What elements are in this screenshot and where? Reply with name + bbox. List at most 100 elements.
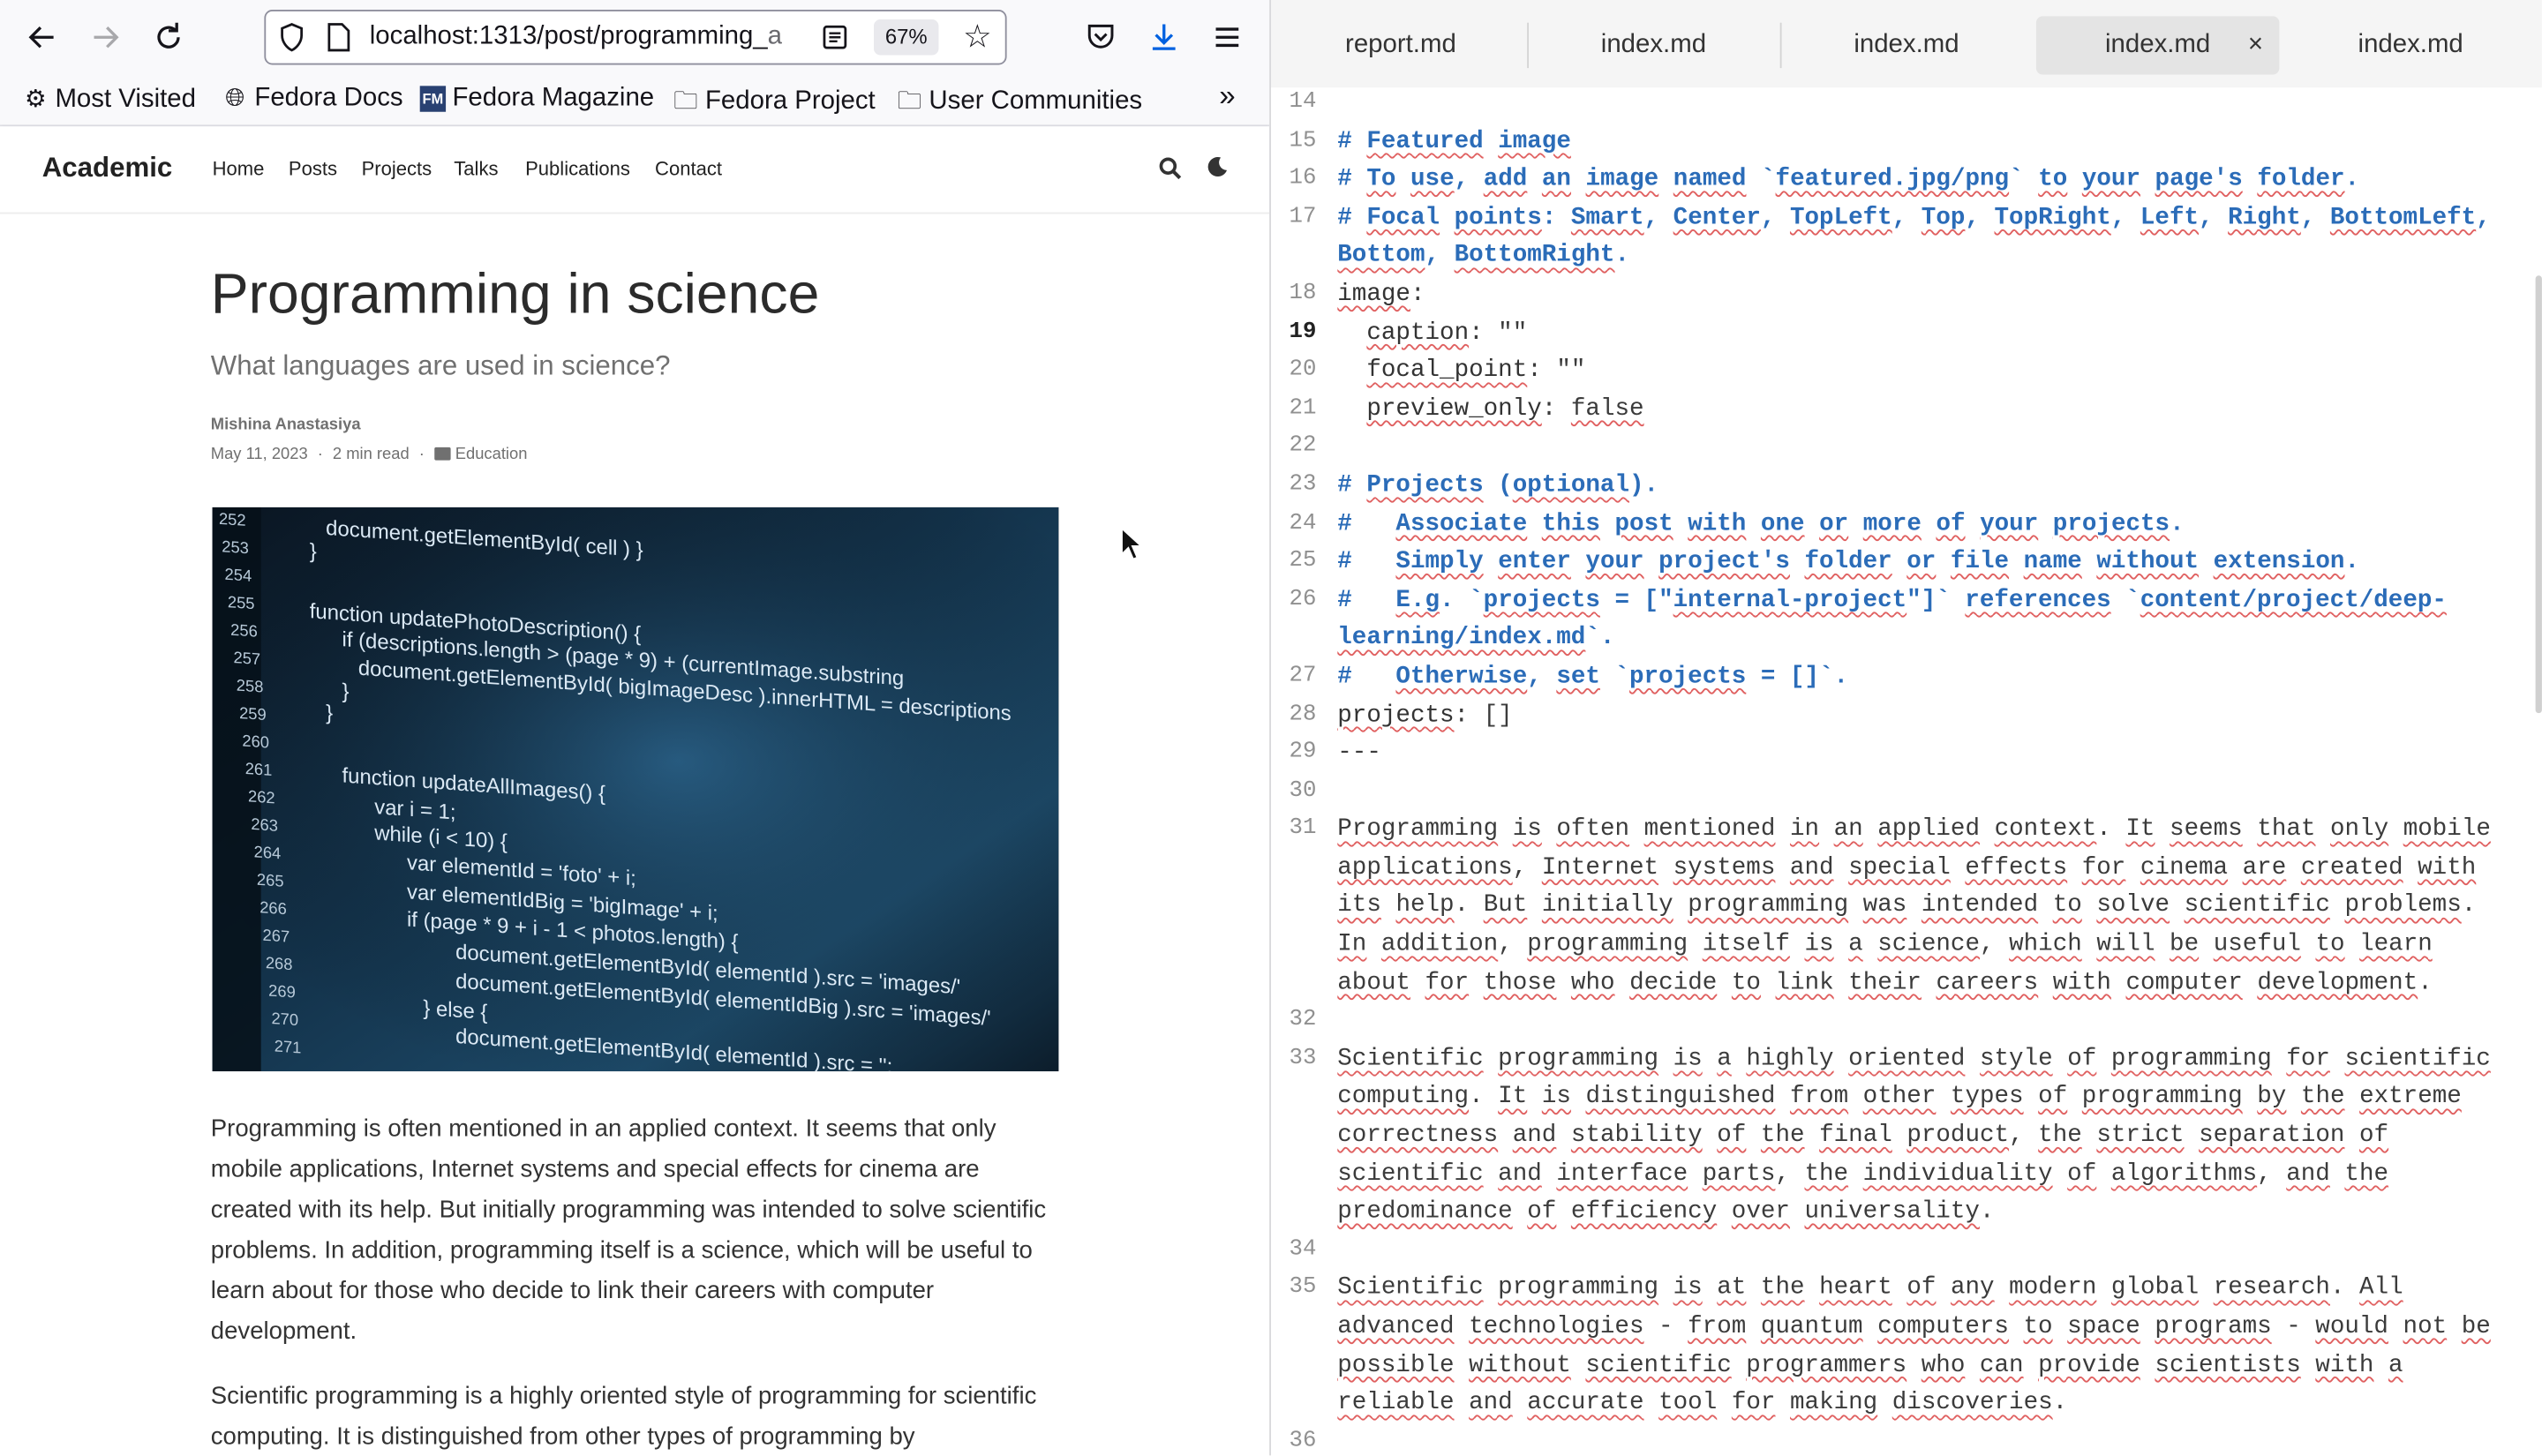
line-number: 31 [1289, 815, 1317, 842]
code-screen-illustration: document.getElementById( cell ) }}functi… [212, 507, 1059, 1072]
reload-button[interactable] [149, 18, 188, 56]
hero-line-number: 269 [268, 981, 296, 1002]
reload-icon [157, 22, 180, 49]
code-line[interactable]: 32 [1271, 1002, 2542, 1040]
tab-index-md-1[interactable]: index.md [1532, 16, 1776, 74]
line-number: 29 [1289, 739, 1317, 766]
zoom-indicator[interactable]: 67% [873, 19, 939, 56]
bookmark-label: User Communities [929, 87, 1143, 116]
code-line[interactable]: 19 caption: "" [1271, 314, 2542, 352]
nav-contact[interactable]: Contact [655, 157, 722, 180]
code-line[interactable]: 16 # To use, add an image named `featured… [1271, 161, 2542, 199]
close-tab-icon[interactable]: × [2248, 16, 2263, 74]
bookmarks-overflow-chevron-icon[interactable]: » [1219, 79, 1235, 114]
line-text: # Simply enter your project's folder or … [1337, 548, 2360, 576]
article-read-time: 2 min read [332, 446, 410, 464]
nav-talks[interactable]: Talks [454, 157, 498, 180]
code-line[interactable]: 31 Programming is often mentioned in an a… [1271, 811, 2542, 1002]
search-icon[interactable] [1159, 157, 1182, 180]
code-line[interactable]: 33 Scientific programming is a highly ori… [1271, 1040, 2542, 1232]
code-line[interactable]: 35 Scientific programming is at the heart… [1271, 1270, 2542, 1422]
moon-icon[interactable] [1207, 155, 1230, 178]
browser-toolbar: localhost:1313/post/programming_a 67% ☆ [0, 0, 1270, 75]
bookmark-label: Fedora Docs [254, 84, 403, 112]
shield-icon[interactable] [279, 23, 305, 52]
url-tail: a [767, 22, 783, 50]
code-line[interactable]: 26 # E.g. `projects = ["internal-project"… [1271, 582, 2542, 658]
line-number: 30 [1289, 777, 1317, 804]
line-text: # Featured image [1337, 127, 1571, 155]
code-line[interactable]: 29 --- [1271, 734, 2542, 772]
editor-scrollbar[interactable] [2535, 275, 2542, 714]
hero-line-number: 257 [233, 648, 260, 668]
article-paragraph-2: Scientific programming is a highly orien… [210, 1382, 1037, 1451]
hero-line-number: 267 [263, 926, 290, 946]
hero-line-number: 258 [237, 676, 264, 696]
site-brand[interactable]: Academic [42, 153, 173, 185]
bookmark-star-icon[interactable]: ☆ [963, 19, 992, 55]
code-line[interactable]: 15 # Featured image [1271, 123, 2542, 161]
page-icon[interactable] [327, 23, 350, 52]
code-line[interactable]: 21 preview_only: false [1271, 390, 2542, 428]
article-author[interactable]: Mishina Anastasiya [211, 417, 361, 434]
article-date: May 11, 2023 [210, 446, 308, 464]
line-text: # Otherwise, set `projects = []`. [1337, 663, 1849, 691]
code-line[interactable]: 14 [1271, 85, 2542, 123]
tab-index-md-active[interactable]: index.md × [2035, 16, 2280, 75]
editor-tab-bar: report.md index.md index.md index.md × in… [1270, 0, 2542, 88]
hero-code-line: } [310, 539, 317, 564]
tab-label: index.md [1854, 30, 1959, 59]
code-line[interactable]: 28 projects: [] [1271, 696, 2542, 734]
reader-view-icon[interactable] [822, 25, 847, 50]
nav-posts[interactable]: Posts [289, 157, 337, 180]
code-line[interactable]: 34 [1271, 1232, 2542, 1270]
tab-index-md-2[interactable]: index.md [1785, 16, 2028, 74]
code-line[interactable]: 24 # Associate this post with one or more… [1271, 505, 2542, 543]
code-line[interactable]: 36 [1271, 1422, 2542, 1455]
url-bar[interactable]: localhost:1313/post/programming_a 67% ☆ [264, 10, 1007, 65]
folder-icon: 🗀 [897, 87, 922, 116]
code-line[interactable]: 18 image: [1271, 275, 2542, 313]
back-button[interactable] [23, 18, 62, 56]
code-line[interactable]: 30 [1271, 773, 2542, 811]
code-line[interactable]: 27 # Otherwise, set `projects = []`. [1271, 658, 2542, 696]
code-line[interactable]: 17 # Focal points: Smart, Center, TopLeft… [1271, 199, 2542, 276]
hero-line-number: 262 [248, 786, 275, 807]
url-text[interactable]: localhost:1313/post/programming_a [370, 23, 811, 52]
site-navbar: Academic Home Posts Projects Talks Publi… [0, 126, 1270, 214]
bookmark-fedora-docs[interactable]: 🌐︎ Fedora Docs [222, 84, 403, 114]
line-number: 17 [1289, 204, 1317, 230]
line-number: 24 [1289, 509, 1317, 537]
article-category[interactable]: Education [455, 446, 528, 463]
line-number: 23 [1289, 471, 1317, 498]
bookmark-fedora-project[interactable]: 🗀 Fedora Project [673, 85, 876, 125]
nav-home[interactable]: Home [213, 157, 265, 180]
tab-index-md-4[interactable]: index.md [2289, 16, 2532, 74]
hero-line-number: 268 [266, 953, 293, 973]
line-text [1337, 85, 2513, 123]
code-area[interactable]: 14 15 # Featured image 16 # To use, add an … [1271, 85, 2542, 1456]
code-line[interactable]: 20 focal_point: "" [1271, 352, 2542, 390]
line-number: 20 [1289, 356, 1317, 383]
hero-line-number: 265 [257, 870, 284, 890]
hero-line-number: 264 [254, 842, 282, 862]
bookmark-user-communities[interactable]: 🗀 User Communities [897, 85, 1143, 125]
menu-hamburger-icon[interactable] [1207, 18, 1246, 56]
code-line[interactable]: 25 # Simply enter your project's folder o… [1271, 544, 2542, 582]
bookmark-most-visited[interactable]: ⚙ Most Visited [23, 85, 196, 116]
forward-button[interactable] [86, 18, 124, 56]
nav-projects[interactable]: Projects [362, 157, 432, 180]
bookmark-fedora-magazine[interactable]: FM Fedora Magazine [419, 85, 654, 114]
bookmarks-toolbar: ⚙ Most Visited 🌐︎ Fedora Docs FM Fedora Mag… [0, 74, 1270, 127]
line-text: Programming is often mentioned in an app… [1337, 815, 2491, 996]
line-text: preview_only: false [1366, 394, 1644, 423]
download-icon[interactable] [1145, 18, 1184, 56]
nav-publications[interactable]: Publications [525, 157, 630, 180]
code-line[interactable]: 22 [1271, 429, 2542, 467]
hero-line-number: 270 [271, 1009, 298, 1029]
tab-report-md[interactable]: report.md [1279, 16, 1523, 74]
line-text: # Projects (optional). [1337, 471, 1659, 499]
tab-divider [1779, 22, 1782, 69]
code-line[interactable]: 23 # Projects (optional). [1271, 467, 2542, 505]
pocket-icon[interactable] [1081, 18, 1120, 56]
